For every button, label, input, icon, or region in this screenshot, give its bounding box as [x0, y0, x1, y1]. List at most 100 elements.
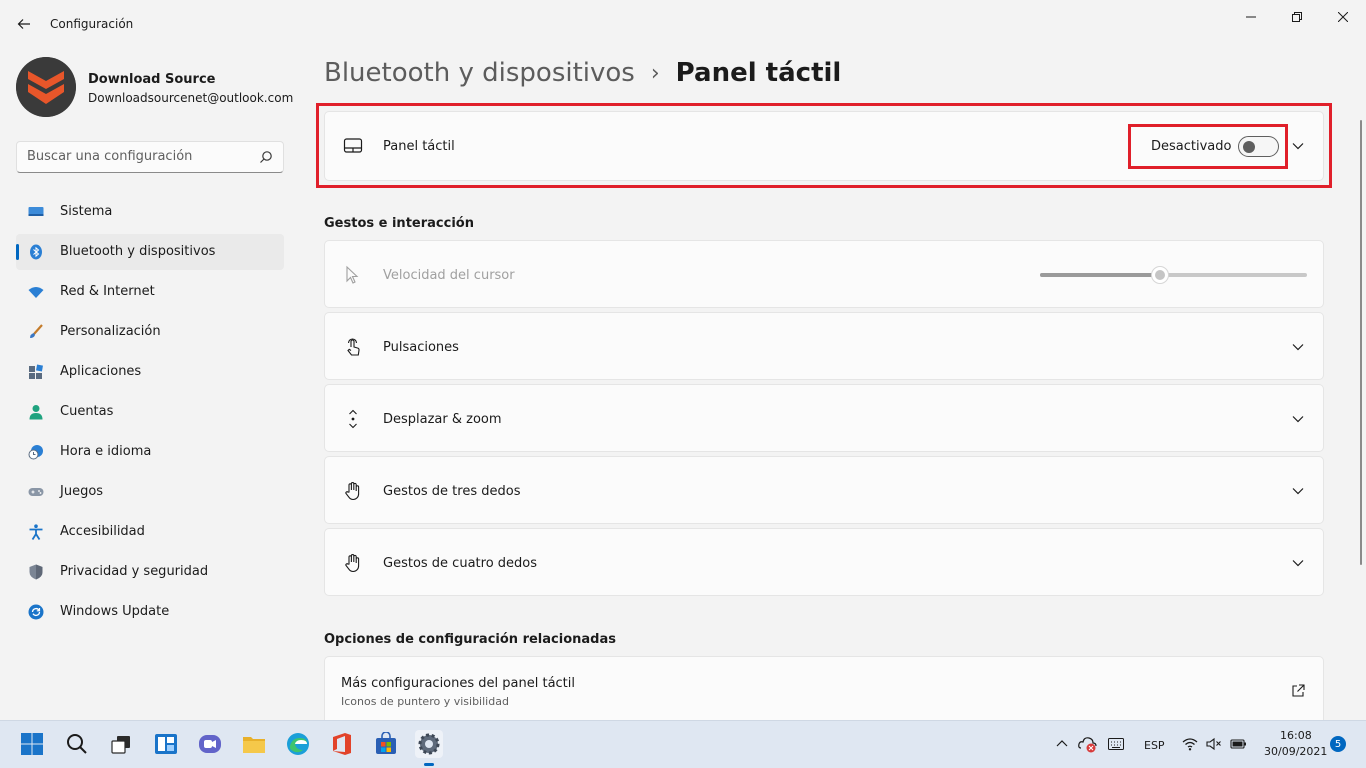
chat-button[interactable]: [196, 730, 224, 758]
sidebar-item-label: Bluetooth y dispositivos: [60, 244, 216, 259]
shield-icon: [29, 564, 43, 580]
file-explorer-button[interactable]: [240, 730, 268, 758]
gamepad-icon: [28, 488, 44, 496]
settings-taskbar-button[interactable]: [415, 730, 443, 758]
section-title-related: Opciones de configuración relacionadas: [324, 632, 616, 647]
store-button[interactable]: [372, 730, 400, 758]
display-icon: [28, 207, 44, 216]
start-icon: [21, 733, 43, 755]
search-icon: [67, 734, 87, 754]
sidebar-item-label: Accesibilidad: [60, 524, 145, 539]
store-icon: [376, 732, 396, 754]
widgets-icon: [155, 734, 177, 754]
sidebar-item-accesibilidad[interactable]: Accesibilidad: [16, 514, 284, 550]
sidebar-item-privacidad[interactable]: Privacidad y seguridad: [16, 554, 284, 590]
app-title: Configuración: [50, 17, 134, 31]
battery-charging-icon[interactable]: [1230, 737, 1248, 751]
task-view-button[interactable]: [107, 730, 135, 758]
desplazar-zoom-card[interactable]: Desplazar & zoom: [324, 384, 1324, 452]
volume-muted-icon[interactable]: [1206, 737, 1222, 751]
tres-dedos-label: Gestos de tres dedos: [383, 484, 521, 499]
task-view-icon: [111, 736, 130, 754]
tap-icon: [347, 338, 360, 356]
back-button[interactable]: [10, 12, 38, 36]
sidebar-item-juegos[interactable]: Juegos: [16, 474, 284, 510]
cursor-speed-label: Velocidad del cursor: [383, 268, 515, 283]
maximize-button[interactable]: [1274, 4, 1320, 30]
chevron-up-icon[interactable]: [1056, 738, 1068, 750]
search-icon: [260, 151, 272, 163]
pulsaciones-label: Pulsaciones: [383, 340, 459, 355]
active-app-indicator: [424, 763, 434, 766]
sidebar-item-hora[interactable]: Hora e idioma: [16, 434, 284, 470]
sidebar-item-windows-update[interactable]: Windows Update: [16, 594, 284, 630]
desplazar-zoom-label: Desplazar & zoom: [383, 412, 502, 427]
breadcrumb: Bluetooth y dispositivos › Panel táctil: [324, 58, 841, 88]
mas-configuraciones-card[interactable]: Más configuraciones del panel táctil Ico…: [324, 656, 1324, 726]
sidebar-item-label: Privacidad y seguridad: [60, 564, 209, 579]
accessibility-icon: [29, 524, 43, 540]
sidebar-item-label: Aplicaciones: [60, 364, 142, 379]
sidebar-item-label: Sistema: [60, 204, 113, 219]
scroll-icon: [349, 409, 357, 429]
wifi-icon[interactable]: [1182, 737, 1198, 751]
sidebar-item-label: Personalización: [60, 324, 161, 339]
title-bar: Configuración: [0, 0, 1366, 46]
sidebar-item-label: Windows Update: [60, 604, 170, 619]
person-icon: [29, 405, 43, 420]
avatar: [16, 57, 76, 117]
scrollbar[interactable]: [1360, 120, 1362, 565]
hand-icon: [345, 554, 360, 573]
bluetooth-icon: [30, 244, 42, 260]
edge-icon: [287, 733, 309, 755]
cuatro-dedos-card[interactable]: Gestos de cuatro dedos: [324, 528, 1324, 596]
chevron-down-icon[interactable]: [1291, 340, 1305, 354]
page-title: Panel táctil: [675, 58, 842, 88]
keyboard-icon[interactable]: [1108, 738, 1124, 750]
cuatro-dedos-label: Gestos de cuatro dedos: [383, 556, 538, 571]
taskbar-search-button[interactable]: [63, 730, 91, 758]
sidebar-item-red[interactable]: Red & Internet: [16, 274, 284, 310]
profile-name: Download Source: [88, 72, 216, 87]
mas-configuraciones-label: Más configuraciones del panel táctil: [341, 676, 575, 691]
cursor-speed-slider[interactable]: [1040, 266, 1307, 284]
sidebar-nav: Sistema Bluetooth y dispositivos Red & I…: [16, 194, 284, 634]
widgets-button[interactable]: [152, 730, 180, 758]
close-button[interactable]: [1320, 4, 1366, 30]
clock-globe-icon: [28, 445, 43, 460]
section-title-gestures: Gestos e interacción: [324, 216, 474, 231]
highlight-box-toggle: [1128, 124, 1288, 169]
notification-badge[interactable]: 5: [1330, 736, 1346, 752]
sidebar-item-aplicaciones[interactable]: Aplicaciones: [16, 354, 284, 390]
office-button[interactable]: [328, 730, 356, 758]
close-icon: [1338, 12, 1348, 22]
minimize-button[interactable]: [1228, 4, 1274, 30]
sidebar-item-cuentas[interactable]: Cuentas: [16, 394, 284, 430]
start-button[interactable]: [18, 730, 46, 758]
chevron-down-icon[interactable]: [1291, 484, 1305, 498]
pulsaciones-card[interactable]: Pulsaciones: [324, 312, 1324, 380]
sidebar-item-label: Cuentas: [60, 404, 114, 419]
sidebar-item-personalizacion[interactable]: Personalización: [16, 314, 284, 350]
chevron-down-icon[interactable]: [1291, 556, 1305, 570]
onedrive-error-icon[interactable]: [1078, 735, 1098, 753]
settings-icon: [418, 733, 440, 755]
brush-icon: [30, 324, 43, 338]
settings-search[interactable]: [16, 141, 284, 173]
language-indicator[interactable]: ESP: [1144, 739, 1165, 752]
open-external-icon[interactable]: [1291, 684, 1305, 698]
profile-email: Downloadsourcenet@outlook.com: [88, 91, 294, 105]
hand-icon: [345, 482, 360, 501]
sidebar-item-sistema[interactable]: Sistema: [16, 194, 284, 230]
chevron-down-icon[interactable]: [1291, 412, 1305, 426]
cursor-icon: [346, 265, 359, 284]
sidebar-item-bluetooth[interactable]: Bluetooth y dispositivos: [16, 234, 284, 270]
search-input[interactable]: [27, 149, 247, 164]
clock-date[interactable]: 30/09/2021: [1264, 745, 1327, 758]
breadcrumb-parent[interactable]: Bluetooth y dispositivos: [324, 58, 635, 88]
tres-dedos-card[interactable]: Gestos de tres dedos: [324, 456, 1324, 524]
clock-time[interactable]: 16:08: [1280, 729, 1312, 742]
edge-button[interactable]: [284, 730, 312, 758]
sidebar-item-label: Red & Internet: [60, 284, 155, 299]
file-explorer-icon: [243, 737, 265, 753]
